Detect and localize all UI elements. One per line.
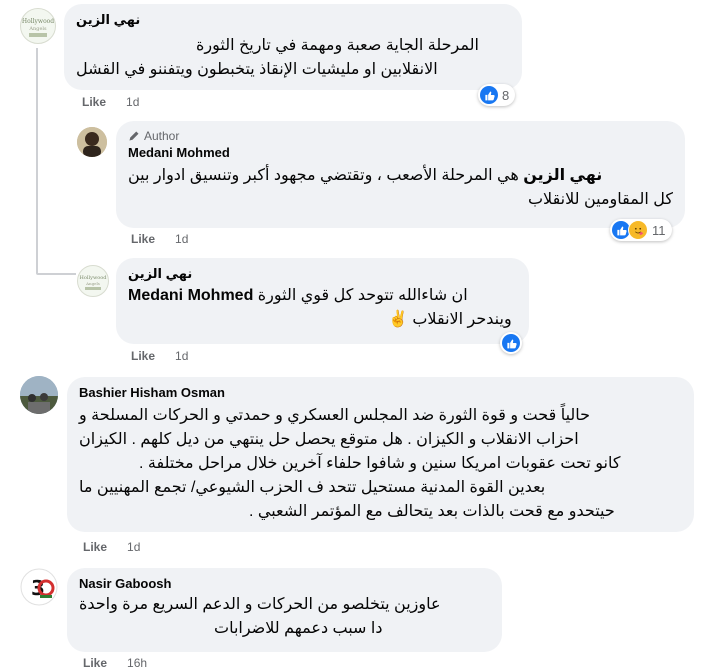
avatar-image: Hollywood Angels [22, 18, 54, 37]
author-name[interactable]: نهي الزين [76, 12, 510, 28]
avatar[interactable]: 3 [20, 568, 58, 606]
like-reaction-icon [502, 334, 520, 352]
author-name[interactable]: نهي الزين [128, 266, 517, 282]
thread-line [36, 48, 38, 273]
comment-line: احزاب الانقلاب و الكيزان . هل متوقع يحصل… [79, 431, 579, 448]
reaction-count[interactable]: 11 [610, 219, 672, 241]
comment-line: دا سبب دعمهم للاضرابات [214, 620, 383, 637]
author-name[interactable]: Medani Mohmed [128, 145, 673, 160]
author-name[interactable]: Nasir Gaboosh [79, 576, 490, 591]
comment-actions: Like 1d [131, 232, 188, 246]
timestamp[interactable]: 1d [175, 232, 188, 246]
pencil-icon [129, 131, 139, 141]
like-reaction-icon [480, 86, 498, 104]
comment-line: الانقلابين او مليشيات الإنقاذ يتخبطون وي… [76, 61, 438, 78]
comment-actions: Like 1d [131, 349, 188, 363]
comment-bubble: Nasir Gaboosh عاوزين يتخلصو من الحركات و… [67, 568, 502, 652]
thread-line-branch [36, 273, 76, 275]
comment-line: نهي الزين هي المرحلة الأصعب ، وتقتضي مجه… [128, 164, 673, 188]
comment-bubble: نهي الزين المرحلة الجاية صعبة ومهمة في ت… [64, 4, 522, 90]
like-button[interactable]: Like [131, 232, 155, 246]
care-reaction-icon [628, 220, 648, 240]
svg-text:Angels: Angels [85, 281, 100, 286]
avatar[interactable]: Hollywood Angels [20, 8, 56, 44]
comment-actions: Like 1d [83, 540, 140, 554]
author-badge: Author [128, 129, 673, 143]
timestamp[interactable]: 1d [175, 349, 188, 363]
svg-text:Angels: Angels [28, 26, 47, 32]
avatar-image: 3 [20, 568, 58, 606]
svg-text:Hollywood: Hollywood [22, 18, 54, 25]
comment-actions: Like 16h [83, 656, 147, 670]
avatar-image [20, 376, 58, 414]
comment-line: بعدين القوة المدنية مستحيل تتحد ف الحزب … [79, 479, 546, 496]
comment-line: حيتحدو مع قحت بالذات بعد يتحالف مع المؤت… [249, 503, 615, 520]
like-button[interactable]: Like [83, 656, 107, 670]
comment-line: المرحلة الجاية صعبة ومهمة في تاريخ الثور… [196, 37, 479, 54]
avatar-image: Hollywood Angels [80, 275, 107, 290]
author-badge-label: Author [144, 129, 180, 143]
avatar[interactable]: Hollywood Angels [77, 265, 109, 297]
like-button[interactable]: Like [131, 349, 155, 363]
like-button[interactable]: Like [83, 540, 107, 554]
comment-bubble: نهي الزين ان شاءالله تتوحد كل قوي الثورة… [116, 258, 529, 344]
comment-line: كل المقاومين للانقلاب [527, 191, 673, 208]
comment-line: ان شاءالله تتوحد كل قوي الثورة Medani Mo… [128, 284, 517, 308]
author-name[interactable]: Bashier Hisham Osman [79, 385, 682, 400]
comment-line: حالياً قحت و قوة الثورة ضد المجلس العسكر… [79, 407, 591, 424]
comment-text: ان شاءالله تتوحد كل قوي الثورة [257, 287, 468, 304]
comment-line: ويندحر الانقلاب ✌️ [388, 311, 512, 328]
like-button[interactable]: Like [82, 95, 106, 109]
reaction-count[interactable]: 8 [478, 84, 516, 106]
reaction-number: 11 [652, 222, 666, 238]
timestamp[interactable]: 1d [127, 540, 140, 554]
comment-bubble: Author Medani Mohmed نهي الزين هي المرحل… [116, 121, 685, 228]
timestamp[interactable]: 1d [126, 95, 139, 109]
reaction-count[interactable] [500, 332, 522, 354]
comment-bubble: Bashier Hisham Osman حالياً قحت و قوة ال… [67, 377, 694, 532]
comment-actions: Like 1d [82, 95, 139, 109]
comment-line: عاوزين يتخلصو من الحركات و الدعم السريع … [79, 596, 441, 613]
timestamp[interactable]: 16h [127, 656, 147, 670]
avatar[interactable] [20, 376, 58, 414]
comment-line: كانو تحت عقوبات امريكا سنين و شافوا حلفا… [139, 455, 621, 472]
mention-link[interactable]: نهي الزين [523, 167, 602, 184]
avatar-image [77, 127, 107, 157]
reaction-number: 8 [502, 87, 510, 103]
mention-link[interactable]: Medani Mohmed [128, 287, 253, 304]
avatar[interactable] [77, 127, 107, 157]
comment-text: هي المرحلة الأصعب ، وتقتضي مجهود أكبر وت… [128, 167, 519, 184]
